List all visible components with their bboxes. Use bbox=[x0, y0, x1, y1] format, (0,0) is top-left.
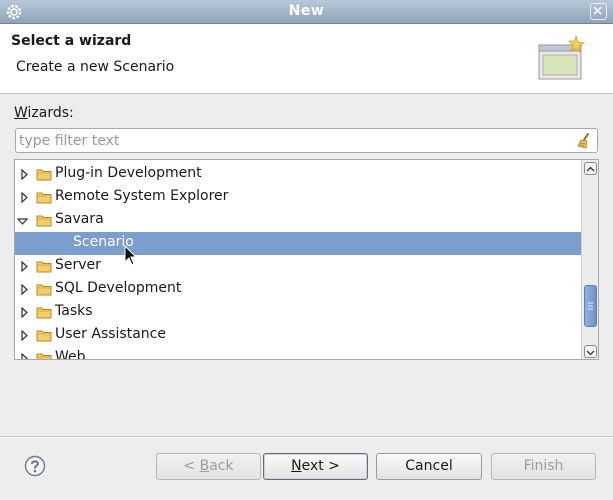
back-prefix: < bbox=[183, 458, 200, 474]
button-bar-separator-highlight bbox=[0, 437, 613, 438]
tree-item-label: Savara bbox=[55, 211, 104, 227]
title-bar: New bbox=[0, 0, 613, 24]
page-title: Select a wizard bbox=[11, 33, 132, 49]
tree-item-label: Plug-in Development bbox=[55, 165, 202, 181]
window-title: New bbox=[288, 3, 325, 19]
chevron-down-icon bbox=[586, 350, 595, 356]
tree-scrollbar[interactable] bbox=[581, 160, 598, 359]
folder-icon bbox=[36, 353, 52, 359]
tree-item-scenario[interactable]: Scenario bbox=[15, 232, 581, 255]
folder-icon bbox=[36, 261, 52, 273]
tree-item-label: SQL Development bbox=[55, 280, 182, 296]
scroll-up-button[interactable] bbox=[584, 162, 597, 175]
collapse-arrow-icon[interactable] bbox=[17, 216, 28, 227]
tree-item-savara[interactable]: Savara bbox=[15, 209, 581, 232]
tree-item-plugin-development[interactable]: Plug-in Development bbox=[15, 163, 581, 186]
folder-icon bbox=[36, 307, 52, 319]
tree-item-web[interactable]: Web bbox=[15, 347, 581, 360]
expand-arrow-icon[interactable] bbox=[19, 353, 30, 360]
page-description: Create a new Scenario bbox=[16, 59, 175, 75]
finish-label: Finish bbox=[523, 458, 564, 474]
tree-item-tasks[interactable]: Tasks bbox=[15, 301, 581, 324]
next-button[interactable]: Next > bbox=[263, 453, 368, 480]
tree-item-server[interactable]: Server bbox=[15, 255, 581, 278]
filter-input[interactable] bbox=[19, 131, 569, 150]
tree-item-label: User Assistance bbox=[55, 326, 166, 342]
cancel-label: Cancel bbox=[405, 458, 453, 474]
tree-item-label: Tasks bbox=[55, 303, 93, 319]
clear-filter-broom-icon[interactable] bbox=[575, 132, 593, 150]
mouse-pointer-icon bbox=[124, 245, 138, 266]
wizards-mnemonic: W bbox=[14, 105, 28, 121]
back-button[interactable]: < Back bbox=[156, 453, 261, 480]
scroll-down-button[interactable] bbox=[584, 345, 597, 358]
folder-icon bbox=[36, 169, 52, 181]
back-label-rest: ack bbox=[209, 458, 234, 474]
help-icon[interactable] bbox=[24, 455, 46, 477]
cancel-button[interactable]: Cancel bbox=[376, 453, 482, 480]
folder-icon bbox=[36, 330, 52, 342]
wizards-label-rest: izards: bbox=[27, 105, 74, 121]
tree-item-label: Web bbox=[55, 349, 86, 360]
next-mnemonic: N bbox=[291, 458, 302, 474]
folder-open-icon bbox=[36, 215, 52, 227]
expand-arrow-icon[interactable] bbox=[19, 284, 30, 295]
expand-arrow-icon[interactable] bbox=[19, 261, 30, 272]
folder-icon bbox=[36, 192, 52, 204]
wizards-label: Wizards: bbox=[14, 105, 74, 121]
tree-item-sql-development[interactable]: SQL Development bbox=[15, 278, 581, 301]
close-icon bbox=[593, 6, 602, 15]
close-button[interactable] bbox=[590, 3, 607, 20]
filter-box bbox=[15, 128, 598, 153]
back-mnemonic: B bbox=[199, 458, 210, 474]
tree-item-label: Server bbox=[55, 257, 101, 273]
expand-arrow-icon[interactable] bbox=[19, 169, 30, 180]
expand-arrow-icon[interactable] bbox=[19, 192, 30, 203]
expand-arrow-icon[interactable] bbox=[19, 330, 30, 341]
wizard-tree: Plug-in Development Remote System Explor… bbox=[14, 159, 599, 360]
expand-arrow-icon[interactable] bbox=[19, 307, 30, 318]
next-label-rest: ext > bbox=[301, 458, 340, 474]
wizard-header: Select a wizard Create a new Scenario bbox=[0, 24, 613, 94]
grip-icon bbox=[588, 302, 593, 310]
folder-icon bbox=[36, 284, 52, 296]
chevron-up-icon bbox=[586, 166, 595, 172]
scroll-thumb[interactable] bbox=[584, 285, 597, 327]
tree-item-label: Remote System Explorer bbox=[55, 188, 229, 204]
new-wizard-banner-icon bbox=[538, 34, 586, 80]
tree-item-user-assistance[interactable]: User Assistance bbox=[15, 324, 581, 347]
finish-button[interactable]: Finish bbox=[491, 453, 596, 480]
tree-item-remote-system-explorer[interactable]: Remote System Explorer bbox=[15, 186, 581, 209]
